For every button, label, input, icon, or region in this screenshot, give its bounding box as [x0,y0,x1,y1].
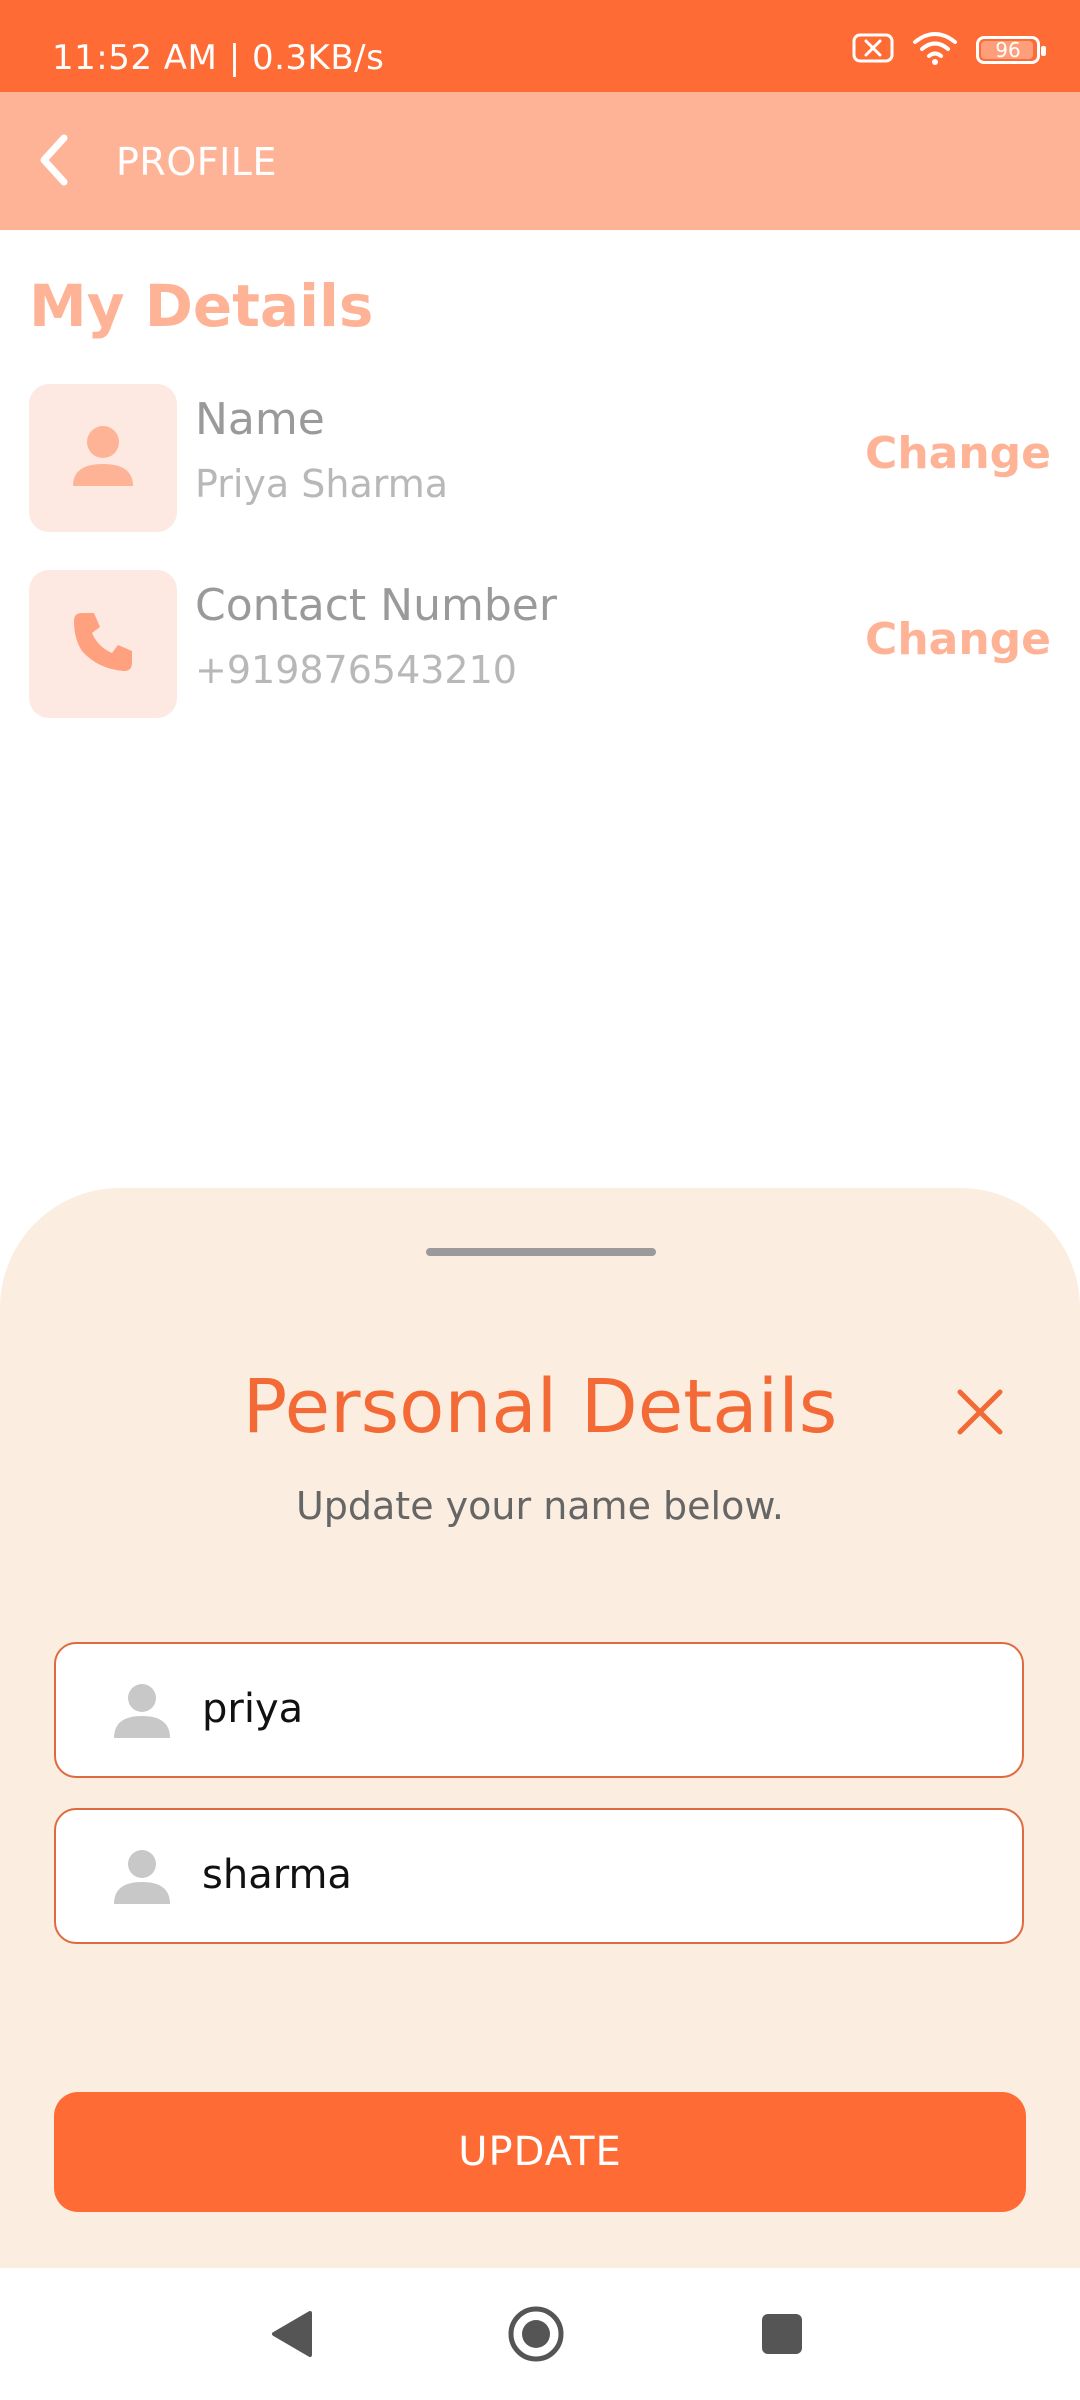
last-name-input[interactable] [202,1840,982,1910]
first-name-input[interactable] [202,1674,982,1744]
person-icon [65,418,141,498]
status-time: 11:52 AM | 0.3KB/s [52,38,385,78]
detail-row-name: Name Priya Sharma Change [29,384,1051,532]
nav-back-button[interactable] [262,2306,322,2366]
screenshot-x-icon [852,32,894,68]
triangle-back-icon [270,2309,314,2363]
detail-row-contact: Contact Number +919876543210 Change [29,570,1051,718]
chevron-left-icon [36,134,72,190]
contact-icon-tile [29,570,177,718]
close-button[interactable] [950,1384,1010,1444]
contact-value: +919876543210 [195,648,517,692]
app-bar: PROFILE [0,92,1080,230]
home-circle-icon [507,2305,565,2367]
status-icons: 96 [852,30,1046,70]
phone-icon [68,607,138,681]
close-icon [956,1388,1004,1440]
name-value: Priya Sharma [195,462,449,506]
last-name-field[interactable] [54,1808,1024,1944]
change-name-button[interactable]: Change [865,428,1051,479]
square-recents-icon [760,2312,804,2360]
update-button[interactable]: UPDATE [54,2092,1026,2212]
change-contact-button[interactable]: Change [865,614,1051,665]
battery-level: 96 [995,38,1021,62]
battery-icon: 96 [976,36,1046,64]
sheet-title: Personal Details [242,1364,838,1450]
name-label: Name [195,394,325,445]
page-title: PROFILE [116,140,277,184]
nav-recents-button[interactable] [752,2306,812,2366]
details-heading: My Details [29,272,374,340]
status-bar: 11:52 AM | 0.3KB/s 96 [0,0,1080,92]
sheet-drag-handle[interactable] [426,1248,656,1256]
person-icon [110,1678,174,1742]
contact-label: Contact Number [195,580,557,631]
person-icon [110,1844,174,1908]
first-name-field[interactable] [54,1642,1024,1778]
system-nav-bar [0,2268,1080,2400]
wifi-icon [912,30,958,70]
nav-home-button[interactable] [506,2306,566,2366]
back-button[interactable] [24,132,84,192]
sheet-subtitle: Update your name below. [295,1484,785,1528]
name-icon-tile [29,384,177,532]
